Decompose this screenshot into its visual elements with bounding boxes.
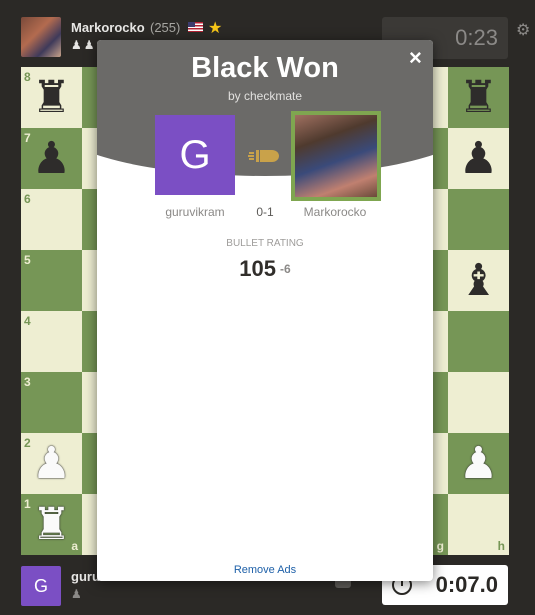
square-h8[interactable]: ♜ (448, 67, 509, 128)
file-label: g (436, 539, 444, 553)
square-a7[interactable]: 7 ♟ (21, 128, 82, 189)
player2-avatar[interactable] (291, 111, 381, 201)
result-reason: by checkmate (227, 89, 303, 103)
captured-pieces: ♟♟ (71, 38, 97, 52)
file-label: h (497, 539, 505, 553)
bottom-player-avatar[interactable]: G (21, 566, 61, 606)
square-a5[interactable]: 5 (21, 250, 82, 311)
bottom-clock-time: 0:07.0 (435, 572, 498, 597)
rating-value: 105 (239, 256, 277, 281)
top-player-avatar[interactable] (21, 17, 61, 57)
player1-avatar[interactable]: G (155, 115, 235, 195)
pawn-icon: ♟ (71, 587, 82, 601)
player2-name[interactable]: Markorocko (285, 205, 385, 219)
game-over-modal: Black Won by checkmate × G guruvikram 0-… (97, 40, 433, 581)
square-h1[interactable]: h (448, 494, 509, 555)
rating-row: 105 -6 (97, 256, 433, 282)
gear-icon[interactable]: ⚙ (516, 20, 530, 40)
rank-label: 4 (24, 314, 31, 328)
player1-name[interactable]: guruvikram (145, 205, 245, 219)
bottom-player-name[interactable]: guru (71, 569, 100, 584)
square-a6[interactable]: 6 (21, 189, 82, 250)
top-player-rating: (255) (150, 20, 181, 35)
black-rook-icon[interactable]: ♜ (448, 67, 509, 128)
result-title: Black Won (191, 52, 339, 84)
rank-label: 3 (24, 375, 31, 389)
bullet-icon (248, 150, 279, 162)
square-h3[interactable] (448, 372, 509, 433)
square-h5[interactable]: ♝ (448, 250, 509, 311)
square-a4[interactable]: 4 (21, 311, 82, 372)
game-score: 0-1 (256, 205, 274, 219)
rating-label: BULLET RATING (226, 238, 304, 249)
black-bishop-icon[interactable]: ♝ (448, 250, 509, 311)
square-h6[interactable] (448, 189, 509, 250)
square-h7[interactable]: ♟ (448, 128, 509, 189)
rank-label: 5 (24, 253, 31, 267)
square-h4[interactable] (448, 311, 509, 372)
white-pawn-icon[interactable]: ♟ (21, 433, 82, 494)
square-h2[interactable]: ♟ (448, 433, 509, 494)
square-a3[interactable]: 3 (21, 372, 82, 433)
black-pawn-icon[interactable]: ♟ (448, 128, 509, 189)
star-icon: ★ (208, 20, 223, 37)
close-icon[interactable]: × (409, 45, 422, 71)
square-a1[interactable]: 1 ♜ a (21, 494, 82, 555)
rank-label: 6 (24, 192, 31, 206)
top-player-name[interactable]: Markorocko (71, 20, 145, 35)
square-a2[interactable]: 2 ♟ (21, 433, 82, 494)
file-label: a (71, 539, 78, 553)
white-pawn-icon[interactable]: ♟ (448, 433, 509, 494)
black-rook-icon[interactable]: ♜ (21, 67, 82, 128)
black-pawn-icon[interactable]: ♟ (21, 128, 82, 189)
square-a8[interactable]: 8 ♜ (21, 67, 82, 128)
rating-change: -6 (280, 262, 291, 276)
us-flag-icon (188, 22, 203, 32)
remove-ads-link[interactable]: Remove Ads (97, 564, 433, 576)
